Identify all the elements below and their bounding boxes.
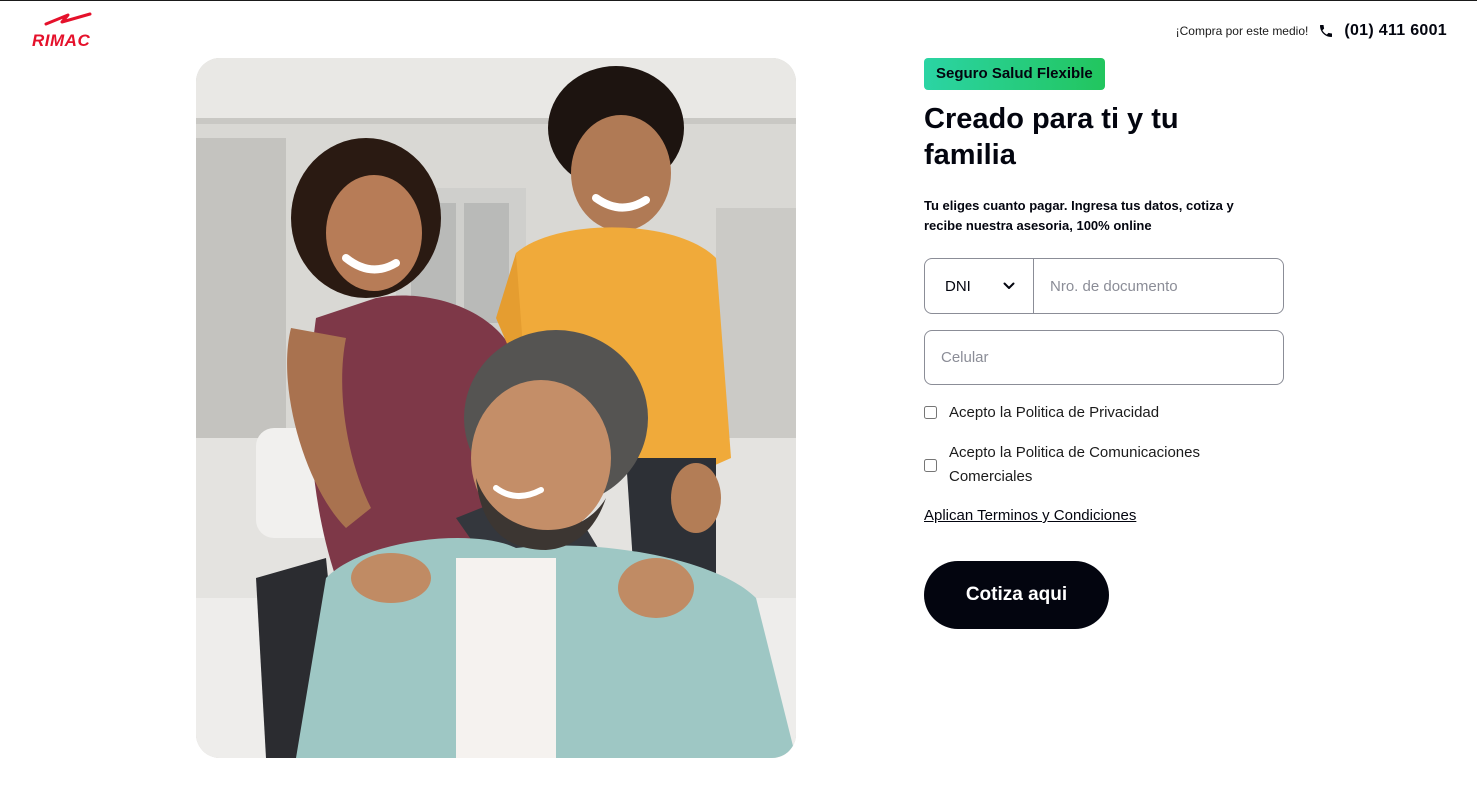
quote-panel: Seguro Salud Flexible Creado para ti y t… [924,58,1284,629]
privacy-label: Acepto la Politica de Privacidad [949,404,1160,421]
page-subtitle: Tu eliges cuanto pagar. Ingresa tus dato… [924,198,1234,233]
logo-mark-icon [44,12,92,26]
product-badge: Seguro Salud Flexible [924,58,1105,90]
comms-label: Acepto la Politica de Comunicaciones Com… [949,444,1200,485]
family-photo-illustration [196,58,796,758]
document-number-input[interactable] [1034,259,1283,313]
document-type-value: DNI [945,277,971,295]
buy-text: ¡Compra por este medio! [1175,24,1309,38]
page-title: Creado para ti y tu familia [924,103,1179,171]
privacy-checkbox-row[interactable]: Acepto la Politica de Privacidad [924,401,1239,425]
phone-number[interactable]: (01) 411 6001 [1344,22,1447,40]
logo-text: RIMAC [32,31,91,50]
cellphone-input[interactable] [924,330,1284,385]
rimac-logo[interactable]: RIMAC [30,12,100,50]
privacy-checkbox[interactable] [924,406,937,419]
comms-checkbox-row[interactable]: Acepto la Politica de Comunicaciones Com… [924,441,1239,489]
comms-checkbox[interactable] [924,459,937,472]
quote-button[interactable]: Cotiza aqui [924,561,1109,629]
family-photo [196,58,796,758]
phone-icon[interactable] [1318,23,1334,39]
document-field: DNI [924,258,1284,314]
document-type-select[interactable]: DNI [925,259,1034,313]
terms-link[interactable]: Aplican Terminos y Condiciones [924,507,1136,524]
chevron-down-icon [1003,282,1015,289]
top-contact: ¡Compra por este medio! (01) 411 6001 [1176,20,1447,42]
